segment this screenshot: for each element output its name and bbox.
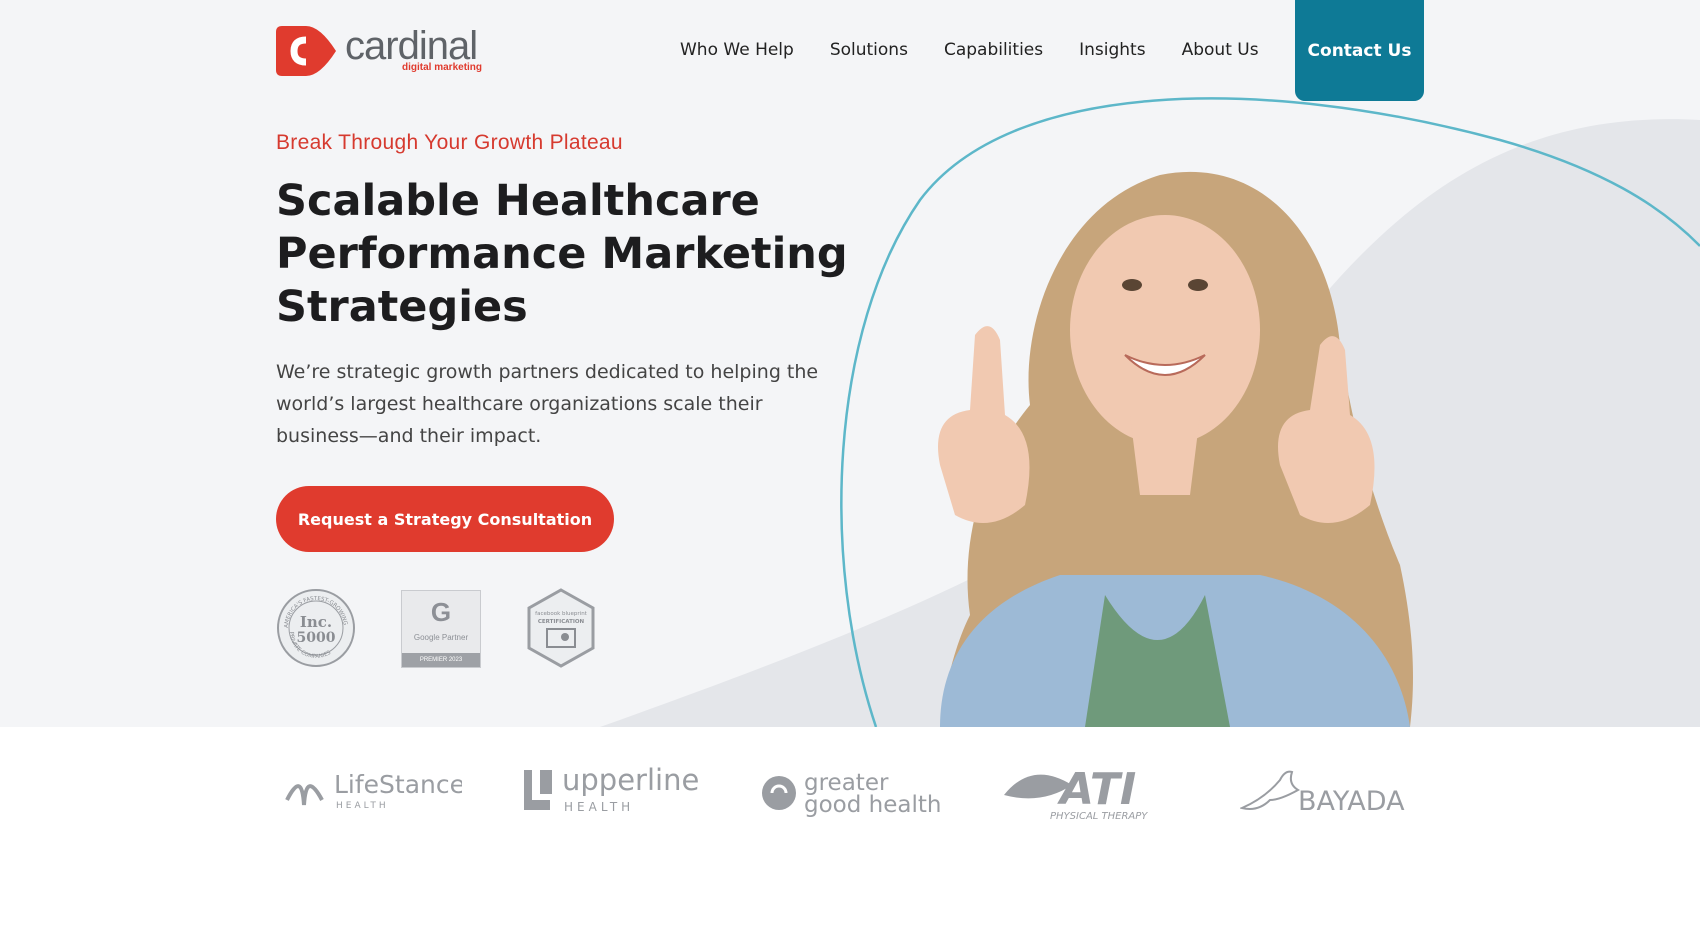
hero-section: cardinal digital marketing Who We Help S… bbox=[0, 0, 1700, 727]
cardinal-logo[interactable]: cardinal digital marketing bbox=[276, 24, 496, 78]
bayada-wordmark: BAYADA bbox=[1298, 786, 1405, 817]
hero-description: We’re strategic growth partners dedicate… bbox=[276, 361, 819, 447]
ati-sub: PHYSICAL THERAPY bbox=[1050, 811, 1148, 820]
upperline-wordmark: upperline bbox=[562, 763, 699, 797]
greater-good-health-logo: greater good health bbox=[762, 770, 941, 818]
hero-background-shape bbox=[600, 97, 1700, 727]
headline-line-1: Scalable Healthcare bbox=[276, 176, 760, 226]
logo-tagline: digital marketing bbox=[402, 62, 483, 73]
ggh-line-2: good health bbox=[804, 792, 941, 818]
cardinal-logo-mark-icon bbox=[276, 26, 336, 76]
contact-us-button[interactable]: Contact Us bbox=[1295, 0, 1424, 101]
google-partner-badge: G Google Partner PREMIER 2023 bbox=[401, 590, 481, 668]
upperline-sub: HEALTH bbox=[564, 800, 634, 814]
headline-line-3: Strategies bbox=[276, 282, 528, 332]
ati-wordmark: ATI bbox=[1057, 764, 1136, 815]
google-partner-label: Google Partner bbox=[413, 633, 469, 642]
inc-badge-number: 5000 bbox=[297, 630, 336, 646]
ati-physical-therapy-logo: ATI PHYSICAL THERAPY bbox=[1004, 764, 1148, 820]
lifestance-sub: HEALTH bbox=[336, 801, 389, 811]
facebook-blueprint-badge: facebook blueprint CERTIFICATION bbox=[527, 588, 595, 668]
nav-capabilities[interactable]: Capabilities bbox=[944, 40, 1043, 60]
upperline-health-logo: upperline HEALTH bbox=[524, 763, 699, 814]
nav-who-we-help[interactable]: Who We Help bbox=[680, 40, 794, 60]
inc-5000-badge: AMERICA'S FASTEST-GROWING PRIVATE COMPAN… bbox=[277, 589, 355, 667]
nav-about-us[interactable]: About Us bbox=[1182, 40, 1259, 60]
request-consultation-button[interactable]: Request a Strategy Consultation bbox=[276, 486, 614, 552]
google-g-icon: G bbox=[430, 597, 452, 627]
fb-badge-line-1: facebook blueprint bbox=[535, 611, 588, 617]
headline-line-2: Performance Marketing bbox=[276, 229, 848, 279]
google-premier-strip: PREMIER 2023 bbox=[402, 653, 480, 667]
main-nav: Who We Help Solutions Capabilities Insig… bbox=[680, 0, 1295, 100]
client-logos-strip: LifeStance HEALTH upperline HEALTH great… bbox=[0, 727, 1700, 946]
hero-headline: Scalable Healthcare Performance Marketin… bbox=[276, 175, 856, 334]
smiling-woman-thumbs-up-photo bbox=[938, 171, 1413, 727]
lifestance-wordmark: LifeStance bbox=[334, 770, 462, 799]
nav-solutions[interactable]: Solutions bbox=[830, 40, 908, 60]
lifestance-health-logo: LifeStance HEALTH bbox=[285, 770, 462, 811]
fb-badge-line-2: CERTIFICATION bbox=[538, 619, 585, 625]
hero-eyebrow: Break Through Your Growth Plateau bbox=[276, 131, 623, 154]
inc-badge-title: Inc. bbox=[300, 613, 332, 631]
nav-insights[interactable]: Insights bbox=[1079, 40, 1145, 60]
bayada-logo: BAYADA bbox=[1240, 770, 1405, 817]
